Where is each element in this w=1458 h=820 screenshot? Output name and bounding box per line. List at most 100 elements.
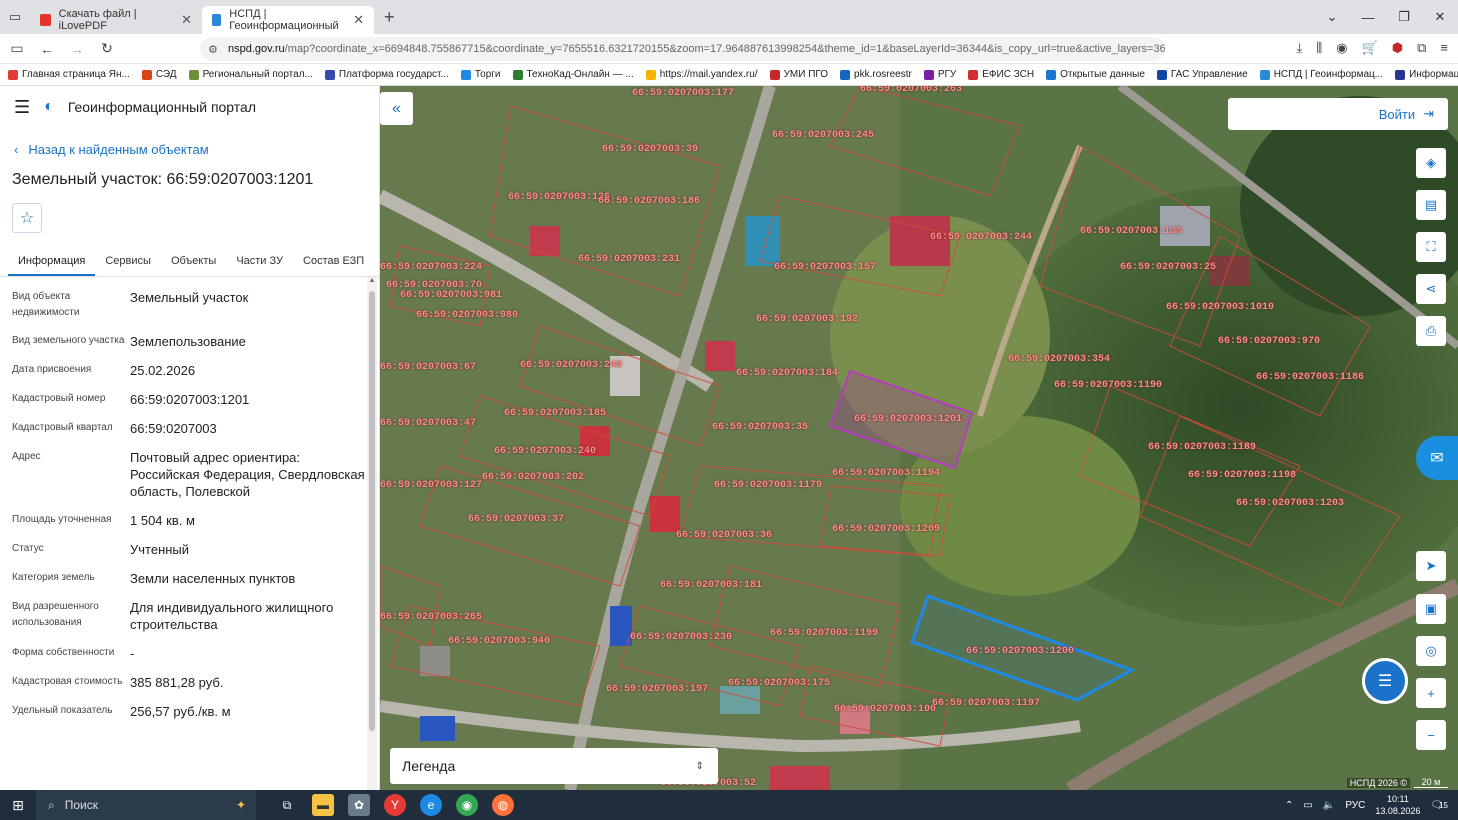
parcel-label[interactable]: 66:59:0207003:47 <box>380 418 476 429</box>
bookmark-item[interactable]: НСПД | Геоинформац... <box>1259 69 1383 80</box>
parcel-label[interactable]: 66:59:0207003:1203 <box>1236 498 1344 509</box>
bookmark-item[interactable]: Главная страница Ян... <box>8 69 130 80</box>
parcel-label[interactable]: 66:59:0207003:263 <box>860 86 962 95</box>
close-window-icon[interactable]: ✕ <box>1422 9 1458 25</box>
parcel-label[interactable]: 66:59:0207003:1198 <box>1188 470 1296 481</box>
bookmark-item[interactable]: ЕФИС ЗСН <box>968 69 1034 80</box>
hamburger-menu-icon[interactable]: ☰ <box>14 97 30 118</box>
network-icon[interactable]: ▭ <box>1303 800 1312 811</box>
parcel-label[interactable]: 66:59:0207003:185 <box>504 408 606 419</box>
browser-tab-nspd[interactable]: НСПД | Геоинформационный ✕ <box>202 6 374 34</box>
print-button[interactable]: ⎙ <box>1416 316 1446 346</box>
bookmark-item[interactable]: УМИ ПГО <box>769 69 828 80</box>
parcel-label[interactable]: 66:59:0207003:25 <box>1120 262 1216 273</box>
parcel-label[interactable]: 66:59:0207003:940 <box>448 636 550 647</box>
login-button[interactable]: Войти ⇥ <box>1228 98 1448 130</box>
new-tab-icon[interactable]: + <box>384 7 395 28</box>
parcel-label[interactable]: 66:59:0207003:36 <box>676 530 772 541</box>
area-select-button[interactable]: ⛶ <box>1416 232 1446 262</box>
parcel-label[interactable]: 66:59:0207003:1190 <box>1054 380 1162 391</box>
tray-chevron-icon[interactable]: ⌃ <box>1285 800 1293 811</box>
scroll-up-icon[interactable]: ▲ <box>367 277 377 284</box>
reload-icon[interactable]: ↻ <box>98 40 116 57</box>
parcel-label[interactable]: 66:59:0207003:67 <box>380 362 476 373</box>
taskbar-search[interactable]: ⌕ Поиск ✦ <box>36 790 256 820</box>
parcel-label[interactable]: 66:59:0207003:224 <box>380 262 482 273</box>
share-button[interactable]: ⋖ <box>1416 274 1446 304</box>
parcel-label[interactable]: 66:59:0207003:184 <box>736 368 838 379</box>
library-icon[interactable]: ⫼ <box>1316 40 1322 56</box>
location-search-button[interactable]: ◎ <box>1416 636 1446 666</box>
layers-button[interactable]: ◈ <box>1416 148 1446 178</box>
gosuslugi-button[interactable]: ✉ <box>1416 436 1458 480</box>
parcel-label[interactable]: 66:59:0207003:245 <box>772 130 874 141</box>
parcel-label[interactable]: 66:59:0207003:249 <box>520 360 622 371</box>
parcel-label[interactable]: 66:59:0207003:1197 <box>932 698 1040 709</box>
back-arrow-icon[interactable]: ← <box>38 41 56 57</box>
scrollbar-thumb[interactable] <box>369 291 375 731</box>
chrome-icon[interactable]: ◉ <box>456 794 478 816</box>
parcel-label[interactable]: 66:59:0207003:1189 <box>1148 442 1256 453</box>
tab-information[interactable]: Информация <box>8 247 96 276</box>
parcel-label[interactable]: 66:59:0207003:981 <box>400 290 502 301</box>
zoom-in-button[interactable]: + <box>1416 678 1446 708</box>
geolocation-button[interactable]: ➤ <box>1416 551 1446 581</box>
parcel-label[interactable]: 66:59:0207003:1200 <box>966 646 1074 657</box>
file-explorer-icon[interactable]: ▬ <box>312 794 334 816</box>
bookmark-item[interactable]: СЭД <box>141 69 177 80</box>
firefox-icon[interactable]: ◍ <box>492 794 514 816</box>
task-view-icon[interactable]: ⧉ <box>276 794 298 816</box>
parcel-label[interactable]: 66:59:0207003:37 <box>468 514 564 525</box>
tab-list-icon[interactable]: ▭ <box>0 9 30 25</box>
chevron-down-icon[interactable]: ⌄ <box>1314 9 1350 25</box>
bookmark-item[interactable]: Информация о граж... <box>1395 69 1458 80</box>
parcel-label[interactable]: 66:59:0207003:157 <box>774 262 876 273</box>
tab-parts[interactable]: Части ЗУ <box>226 247 293 276</box>
tab-services[interactable]: Сервисы <box>95 247 161 276</box>
cart-icon[interactable]: 🛒 <box>1362 40 1378 56</box>
collapse-panel-button[interactable]: « <box>380 92 413 125</box>
bookmark-item[interactable]: https://mail.yandex.ru/ <box>645 69 758 80</box>
parcel-label[interactable]: 66:59:0207003:186 <box>598 196 700 207</box>
download-icon[interactable]: ⤓ <box>1296 40 1302 56</box>
bookmark-item[interactable]: РГУ <box>923 69 956 80</box>
parcel-label[interactable]: 66:59:0207003:1010 <box>1166 302 1274 313</box>
parcel-label[interactable]: 66:59:0207003:230 <box>630 632 732 643</box>
menu-icon[interactable]: ≡ <box>1440 40 1448 56</box>
parcel-label[interactable]: 66:59:0207003:1199 <box>770 628 878 639</box>
bookmark-item[interactable]: Региональный портал... <box>188 69 313 80</box>
parcel-label[interactable]: 66:59:0207003:1209 <box>832 524 940 535</box>
minimize-icon[interactable]: — <box>1350 10 1386 25</box>
parcel-label[interactable]: 66:59:0207003:127 <box>380 480 482 491</box>
parcel-label[interactable]: 66:59:0207003:231 <box>578 254 680 265</box>
yandex-browser-icon[interactable]: Y <box>384 794 406 816</box>
panel-scrollbar[interactable]: ▲ ▼ <box>367 277 377 790</box>
parcel-label[interactable]: 66:59:0207003:100 <box>834 704 936 715</box>
tab-ezp-composition[interactable]: Состав ЕЗП <box>293 247 374 276</box>
bookmark-item[interactable]: pkk.rosreestr <box>840 69 912 80</box>
browser-tab-ilovepdf[interactable]: Скачать файл | iLovePDF ✕ <box>30 6 202 34</box>
language-indicator[interactable]: РУС <box>1345 800 1365 811</box>
parcel-label[interactable]: 66:59:0207003:240 <box>494 446 596 457</box>
restore-icon[interactable]: ❐ <box>1386 9 1422 25</box>
parcel-label[interactable]: 66:59:0207003:192 <box>756 314 858 325</box>
tab-objects[interactable]: Объекты <box>161 247 226 276</box>
parcel-label[interactable]: 66:59:0207003:133 <box>1080 226 1182 237</box>
bookmark-item[interactable]: Открытые данные <box>1046 69 1145 80</box>
bookmark-item[interactable]: ГАС Управление <box>1156 69 1248 80</box>
parcel-label[interactable]: 66:59:0207003:181 <box>660 580 762 591</box>
parcel-label[interactable]: 66:59:0207003:970 <box>1218 336 1320 347</box>
site-info-icon[interactable]: ⚙ <box>208 43 218 56</box>
edge-icon[interactable]: e <box>420 794 442 816</box>
shield-icon[interactable]: ⬢ <box>1392 40 1403 56</box>
map-view[interactable]: 66:59:0207003:177 66:59:0207003:263 66:5… <box>380 86 1458 790</box>
bookmark-item[interactable]: ТехноКад-Онлайн — ... <box>512 69 634 80</box>
parcel-label[interactable]: 66:59:0207003:265 <box>380 612 482 623</box>
parcel-label[interactable]: 66:59:0207003:39 <box>602 144 698 155</box>
parcel-label[interactable]: 66:59:0207003:1201 <box>854 414 962 425</box>
windows-start-icon[interactable]: ⊞ <box>0 797 36 814</box>
bookmark-item[interactable]: Платформа государст... <box>324 69 449 80</box>
parcel-label[interactable]: 66:59:0207003:202 <box>482 472 584 483</box>
sidebar-toggle-icon[interactable]: ▭ <box>8 40 26 57</box>
app-icon[interactable]: ✿ <box>348 794 370 816</box>
